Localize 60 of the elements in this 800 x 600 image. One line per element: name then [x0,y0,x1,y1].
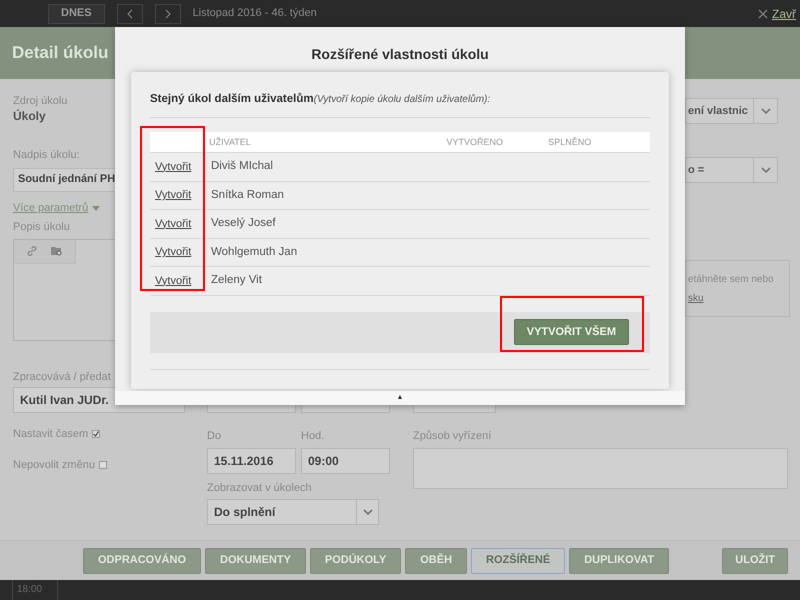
user-name: Wohlgemuth Jan [211,244,298,260]
field-label: Hod. [301,429,326,444]
folder-search-icon[interactable] [50,245,63,258]
filter-select[interactable]: o = [685,157,778,183]
footer-button[interactable]: PODÚKOLY [310,548,402,574]
save-button[interactable]: ULOŽIT [722,548,788,574]
link-icon[interactable] [26,245,38,258]
footer-button[interactable]: ODPRACOVÁNO [83,548,202,574]
field-value: Úkoly [13,108,46,124]
option-label: Nastavit časem [13,427,88,442]
drop-zone[interactable]: etáhněte sem nebo sku [685,260,790,317]
option-checkbox[interactable] [98,460,107,469]
section-note: (Vytvoří kopie úkolu dalším uživatelům): [314,93,490,107]
create-link[interactable]: Vytvořit [155,216,211,232]
create-link[interactable]: Vytvořit [155,244,211,261]
column-header: UŽIVATEL [209,136,252,148]
user-name: Snítka Roman [211,188,284,203]
footer-button[interactable]: OBĚH [405,548,468,574]
field-label: Zpracovává / předat [13,370,112,384]
field-label: Zdroj úkolu [13,94,68,108]
create-link[interactable]: Vytvořit [155,272,211,290]
caret-icon [92,206,100,211]
field-label: Do [207,429,222,444]
arrow-right-icon [164,8,171,18]
chevron-down-icon [760,167,770,173]
time-label: 18:00 [12,580,58,600]
field-label: Popis úkolu [13,220,70,236]
footer-button[interactable]: ROZŠÍŘENÉ [471,548,566,574]
footer-button[interactable]: DUPLIKOVAT [569,548,670,574]
section-heading: Stejný úkol dalším uživatelům [150,92,314,107]
due-hour-field[interactable]: 09:00 [301,448,390,474]
display-select[interactable]: Do splnění [207,499,379,525]
chevron-down-icon [362,509,372,515]
check-icon [93,431,100,438]
user-name: Diviš MIchal [211,159,273,174]
previous-button[interactable] [116,4,143,24]
due-date-field[interactable]: 15.11.2016 [207,448,296,474]
today-button[interactable]: DNES [48,4,105,24]
user-name: Zeleny Vit [211,273,262,288]
browse-link[interactable]: sku [688,290,789,306]
field-label: Zobrazovat v úkolech [207,480,313,496]
field-label: Způsob vyřízení [413,429,492,444]
period-label: Listopad 2016 - 46. týden [192,6,317,22]
arrow-left-icon [126,8,133,18]
column-header: SPLNĚNO [548,136,592,148]
chevron-down-icon [760,108,770,114]
close-icon [758,8,768,18]
option-label: Nepovolit změnu [13,458,95,472]
drop-zone-text: etáhněte sem nebo [688,272,775,286]
close-link[interactable]: Zavř [758,4,800,22]
create-all-button[interactable]: VYTVOŘIT VŠEM [514,319,629,346]
properties-select[interactable]: ení vlastnic [685,98,778,124]
column-header: VYTVOŘENO [446,136,504,148]
next-button[interactable] [154,4,181,24]
option-checkbox[interactable] [92,430,100,438]
panel-title: Detail úkolu [12,42,108,64]
user-name: Veselý Josef [211,216,276,232]
field-label: Nadpis úkolu: [13,148,80,163]
modal-title: Rozšířené vlastnosti úkolu [311,45,489,64]
footer-button[interactable]: DOKUMENTY [205,548,306,574]
